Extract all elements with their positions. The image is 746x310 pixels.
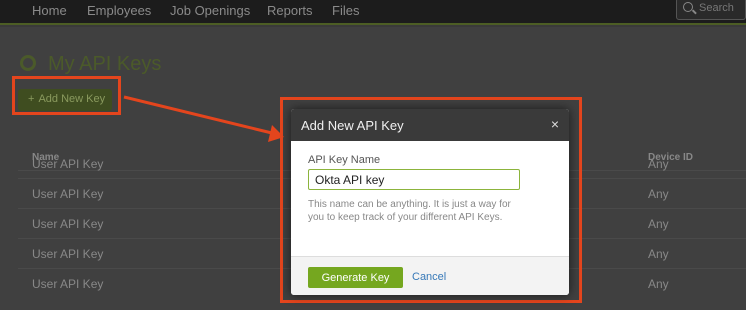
row-name: User API Key [32,247,104,261]
row-name: User API Key [32,187,104,201]
row-device: Any [648,187,669,201]
nav-files[interactable]: Files [332,3,359,18]
key-icon [20,55,36,71]
row-name: User API Key [32,277,104,291]
row-device: Any [648,157,669,171]
dialog-title: Add New API Key [301,118,404,133]
dialog-footer: Generate Key Cancel [291,256,569,295]
nav-home[interactable]: Home [32,3,67,18]
help-text: This name can be anything. It is just a … [308,199,511,223]
search-input[interactable]: Search [676,0,746,20]
dialog-header: Add New API Key × [291,109,569,141]
close-icon[interactable]: × [551,116,559,132]
search-placeholder: Search [699,2,734,14]
row-device: Any [648,217,669,231]
nav-reports[interactable]: Reports [267,3,313,18]
api-key-name-label: API Key Name [308,154,381,166]
row-name: User API Key [32,217,104,231]
row-device: Any [648,277,669,291]
annotation-box-add-button [12,76,121,115]
cancel-link[interactable]: Cancel [412,271,446,283]
nav-employees[interactable]: Employees [87,3,151,18]
row-name: User API Key [32,157,104,171]
row-device: Any [648,247,669,261]
add-api-key-dialog: Add New API Key × API Key Name This name… [291,109,569,295]
api-key-name-input[interactable] [308,169,520,190]
top-nav: Home Employees Job Openings Reports File… [0,0,746,25]
search-icon [683,2,693,12]
nav-job-openings[interactable]: Job Openings [170,3,250,18]
page-title-text: My API Keys [48,53,162,75]
generate-key-button[interactable]: Generate Key [308,267,403,288]
